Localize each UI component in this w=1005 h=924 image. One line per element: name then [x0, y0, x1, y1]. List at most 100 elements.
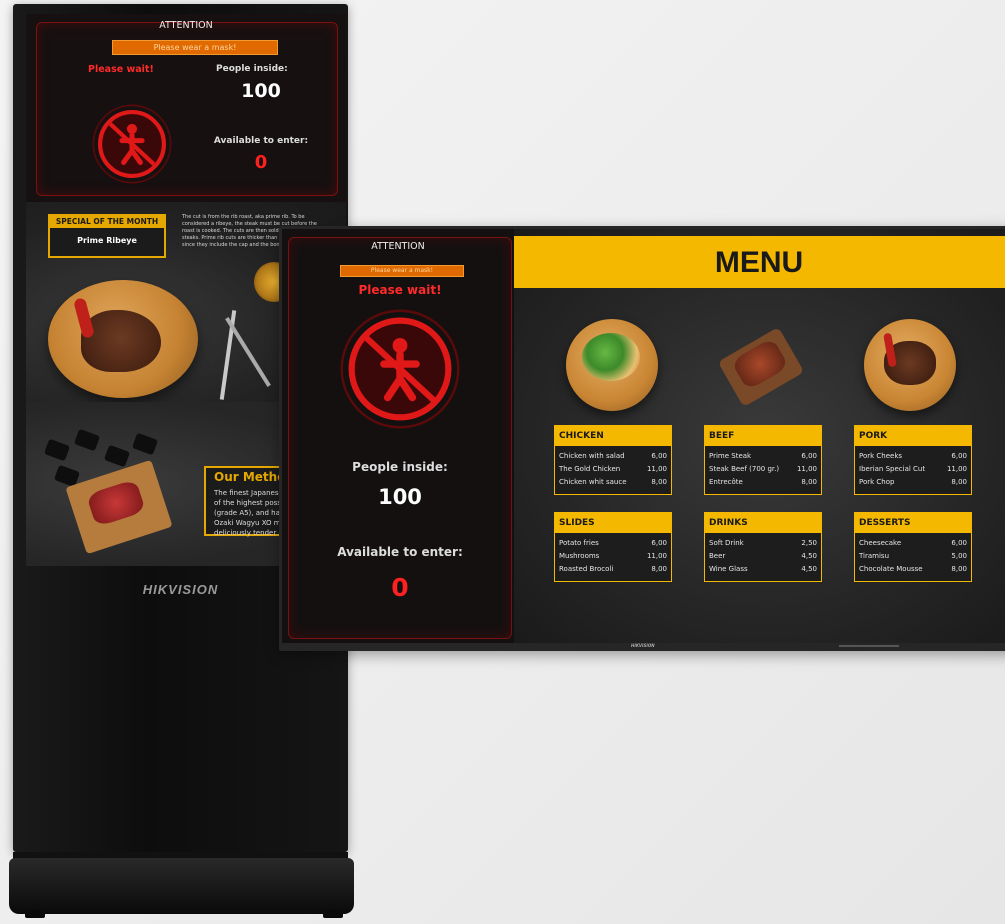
display-available-label: Available to enter: [337, 545, 463, 559]
item-name: Pork Chop [859, 478, 895, 486]
display-brand-logo: HIKVISION [631, 643, 655, 648]
menu-item: Pork Cheeks 6,00 [859, 450, 967, 462]
menu-item: Chicken whit sauce 8,00 [559, 476, 667, 488]
item-name: Mushrooms [559, 552, 600, 560]
special-header: SPECIAL OF THE MONTH [50, 216, 164, 228]
item-price: 2,50 [801, 539, 817, 547]
kiosk-mask-notice: Please wear a mask! [112, 40, 278, 55]
item-name: Potato fries [559, 539, 599, 547]
item-price: 11,00 [946, 465, 967, 473]
display-attention-panel: ATTENTION Please wear a mask! Please wai… [282, 229, 514, 643]
item-name: Soft Drink [709, 539, 744, 547]
menu-item: Prime Steak 6,00 [709, 450, 817, 462]
menu-category-drinks: DRINKS Soft Drink 2,50 Beer 4,50 Wine Glas… [704, 512, 822, 582]
category-title: PORK [855, 426, 971, 446]
kiosk-wait-text: Please wait! [88, 64, 154, 75]
item-name: Prime Steak [709, 452, 752, 460]
display-ports [839, 645, 899, 647]
menu-item: Roasted Brocoli 8,00 [559, 563, 667, 575]
kiosk-people-value: 100 [241, 80, 281, 102]
item-price: 6,00 [651, 539, 667, 547]
item-price: 8,00 [801, 478, 817, 486]
category-title: SLIDES [555, 513, 671, 533]
item-price: 11,00 [796, 465, 817, 473]
display-people-value: 100 [378, 485, 422, 509]
item-price: 6,00 [951, 452, 967, 460]
item-name: Entrecôte [709, 478, 743, 486]
special-name: Prime Ribeye [77, 236, 137, 245]
item-name: Chocolate Mousse [859, 565, 923, 573]
item-name: Iberian Special Cut [859, 465, 926, 473]
menu-item: Beer 4,50 [709, 550, 817, 562]
kiosk-foot [323, 910, 343, 918]
no-entry-icon [340, 309, 460, 429]
item-price: 8,00 [651, 478, 667, 486]
kiosk-attention-panel: ATTENTION Please wear a mask! Please wai… [26, 14, 346, 202]
kiosk-base [9, 858, 354, 914]
category-title: DRINKS [705, 513, 821, 533]
item-name: Beer [709, 552, 726, 560]
menu-category-beef: BEEF Prime Steak 6,00 Steak Beef (700 gr.… [704, 425, 822, 495]
display-attention-title: ATTENTION [371, 241, 425, 252]
item-price: 8,00 [951, 565, 967, 573]
display-available-value: 0 [391, 573, 409, 602]
item-price: 6,00 [651, 452, 667, 460]
special-box: SPECIAL OF THE MONTH Prime Ribeye [48, 214, 166, 258]
charcoal-image [43, 438, 71, 462]
item-name: The Gold Chicken [559, 465, 621, 473]
display-people-label: People inside: [352, 460, 448, 474]
no-entry-icon [92, 104, 172, 184]
display-screen: ATTENTION Please wear a mask! Please wai… [282, 229, 1005, 643]
kiosk-attention-title: ATTENTION [159, 20, 213, 31]
menu-item: Pork Chop 8,00 [859, 476, 967, 488]
menu-category-pork: PORK Pork Cheeks 6,00 Iberian Special Cut… [854, 425, 972, 495]
menu-item: Mushrooms 11,00 [559, 550, 667, 562]
menu-item: Tiramisu 5,00 [859, 550, 967, 562]
item-name: Cheesecake [859, 539, 902, 547]
item-price: 11,00 [646, 465, 667, 473]
category-title: DESSERTS [855, 513, 971, 533]
kiosk-available-label: Available to enter: [213, 136, 309, 146]
chicken-dish-image [566, 319, 658, 411]
item-name: Steak Beef (700 gr.) [709, 465, 780, 473]
beef-dish-image [714, 319, 806, 411]
charcoal-image [103, 444, 131, 468]
menu-item: Chicken with salad 6,00 [559, 450, 667, 462]
charcoal-image [131, 432, 159, 456]
display-wait-text: Please wait! [358, 283, 442, 297]
item-name: Tiramisu [859, 552, 890, 560]
menu-panel: MENU CHICKEN Chicken with salad 6,00 The … [514, 229, 1005, 643]
menu-item: Entrecôte 8,00 [709, 476, 817, 488]
pork-dish-image [864, 319, 956, 411]
category-title: CHICKEN [555, 426, 671, 446]
menu-category-chicken: CHICKEN Chicken with salad 6,00 The Gold … [554, 425, 672, 495]
item-price: 6,00 [801, 452, 817, 460]
kiosk-available-value: 0 [254, 152, 268, 173]
menu-title: MENU [714, 246, 804, 279]
salad-image [582, 333, 640, 381]
item-price: 8,00 [651, 565, 667, 573]
item-name: Chicken with salad [559, 452, 625, 460]
kiosk-people-label: People inside: [216, 64, 288, 74]
item-name: Pork Cheeks [859, 452, 903, 460]
item-price: 11,00 [646, 552, 667, 560]
item-price: 5,00 [951, 552, 967, 560]
menu-item: Chocolate Mousse 8,00 [859, 563, 967, 575]
menu-item: The Gold Chicken 11,00 [559, 463, 667, 475]
menu-item: Potato fries 6,00 [559, 537, 667, 549]
category-title: BEEF [705, 426, 821, 446]
item-price: 8,00 [951, 478, 967, 486]
menu-category-slides: SLIDES Potato fries 6,00 Mushrooms 11,00 R… [554, 512, 672, 582]
menu-item: Wine Glass 4,50 [709, 563, 817, 575]
steak-image [81, 310, 161, 372]
item-name: Roasted Brocoli [559, 565, 614, 573]
menu-item: Cheesecake 6,00 [859, 537, 967, 549]
landscape-display: ATTENTION Please wear a mask! Please wai… [279, 226, 1005, 651]
item-price: 6,00 [951, 539, 967, 547]
menu-category-desserts: DESSERTS Cheesecake 6,00 Tiramisu 5,00 Cho… [854, 512, 972, 582]
item-price: 4,50 [801, 552, 817, 560]
menu-item: Soft Drink 2,50 [709, 537, 817, 549]
item-name: Chicken whit sauce [559, 478, 627, 486]
menu-header: MENU [514, 236, 1005, 288]
kiosk-foot [25, 910, 45, 918]
